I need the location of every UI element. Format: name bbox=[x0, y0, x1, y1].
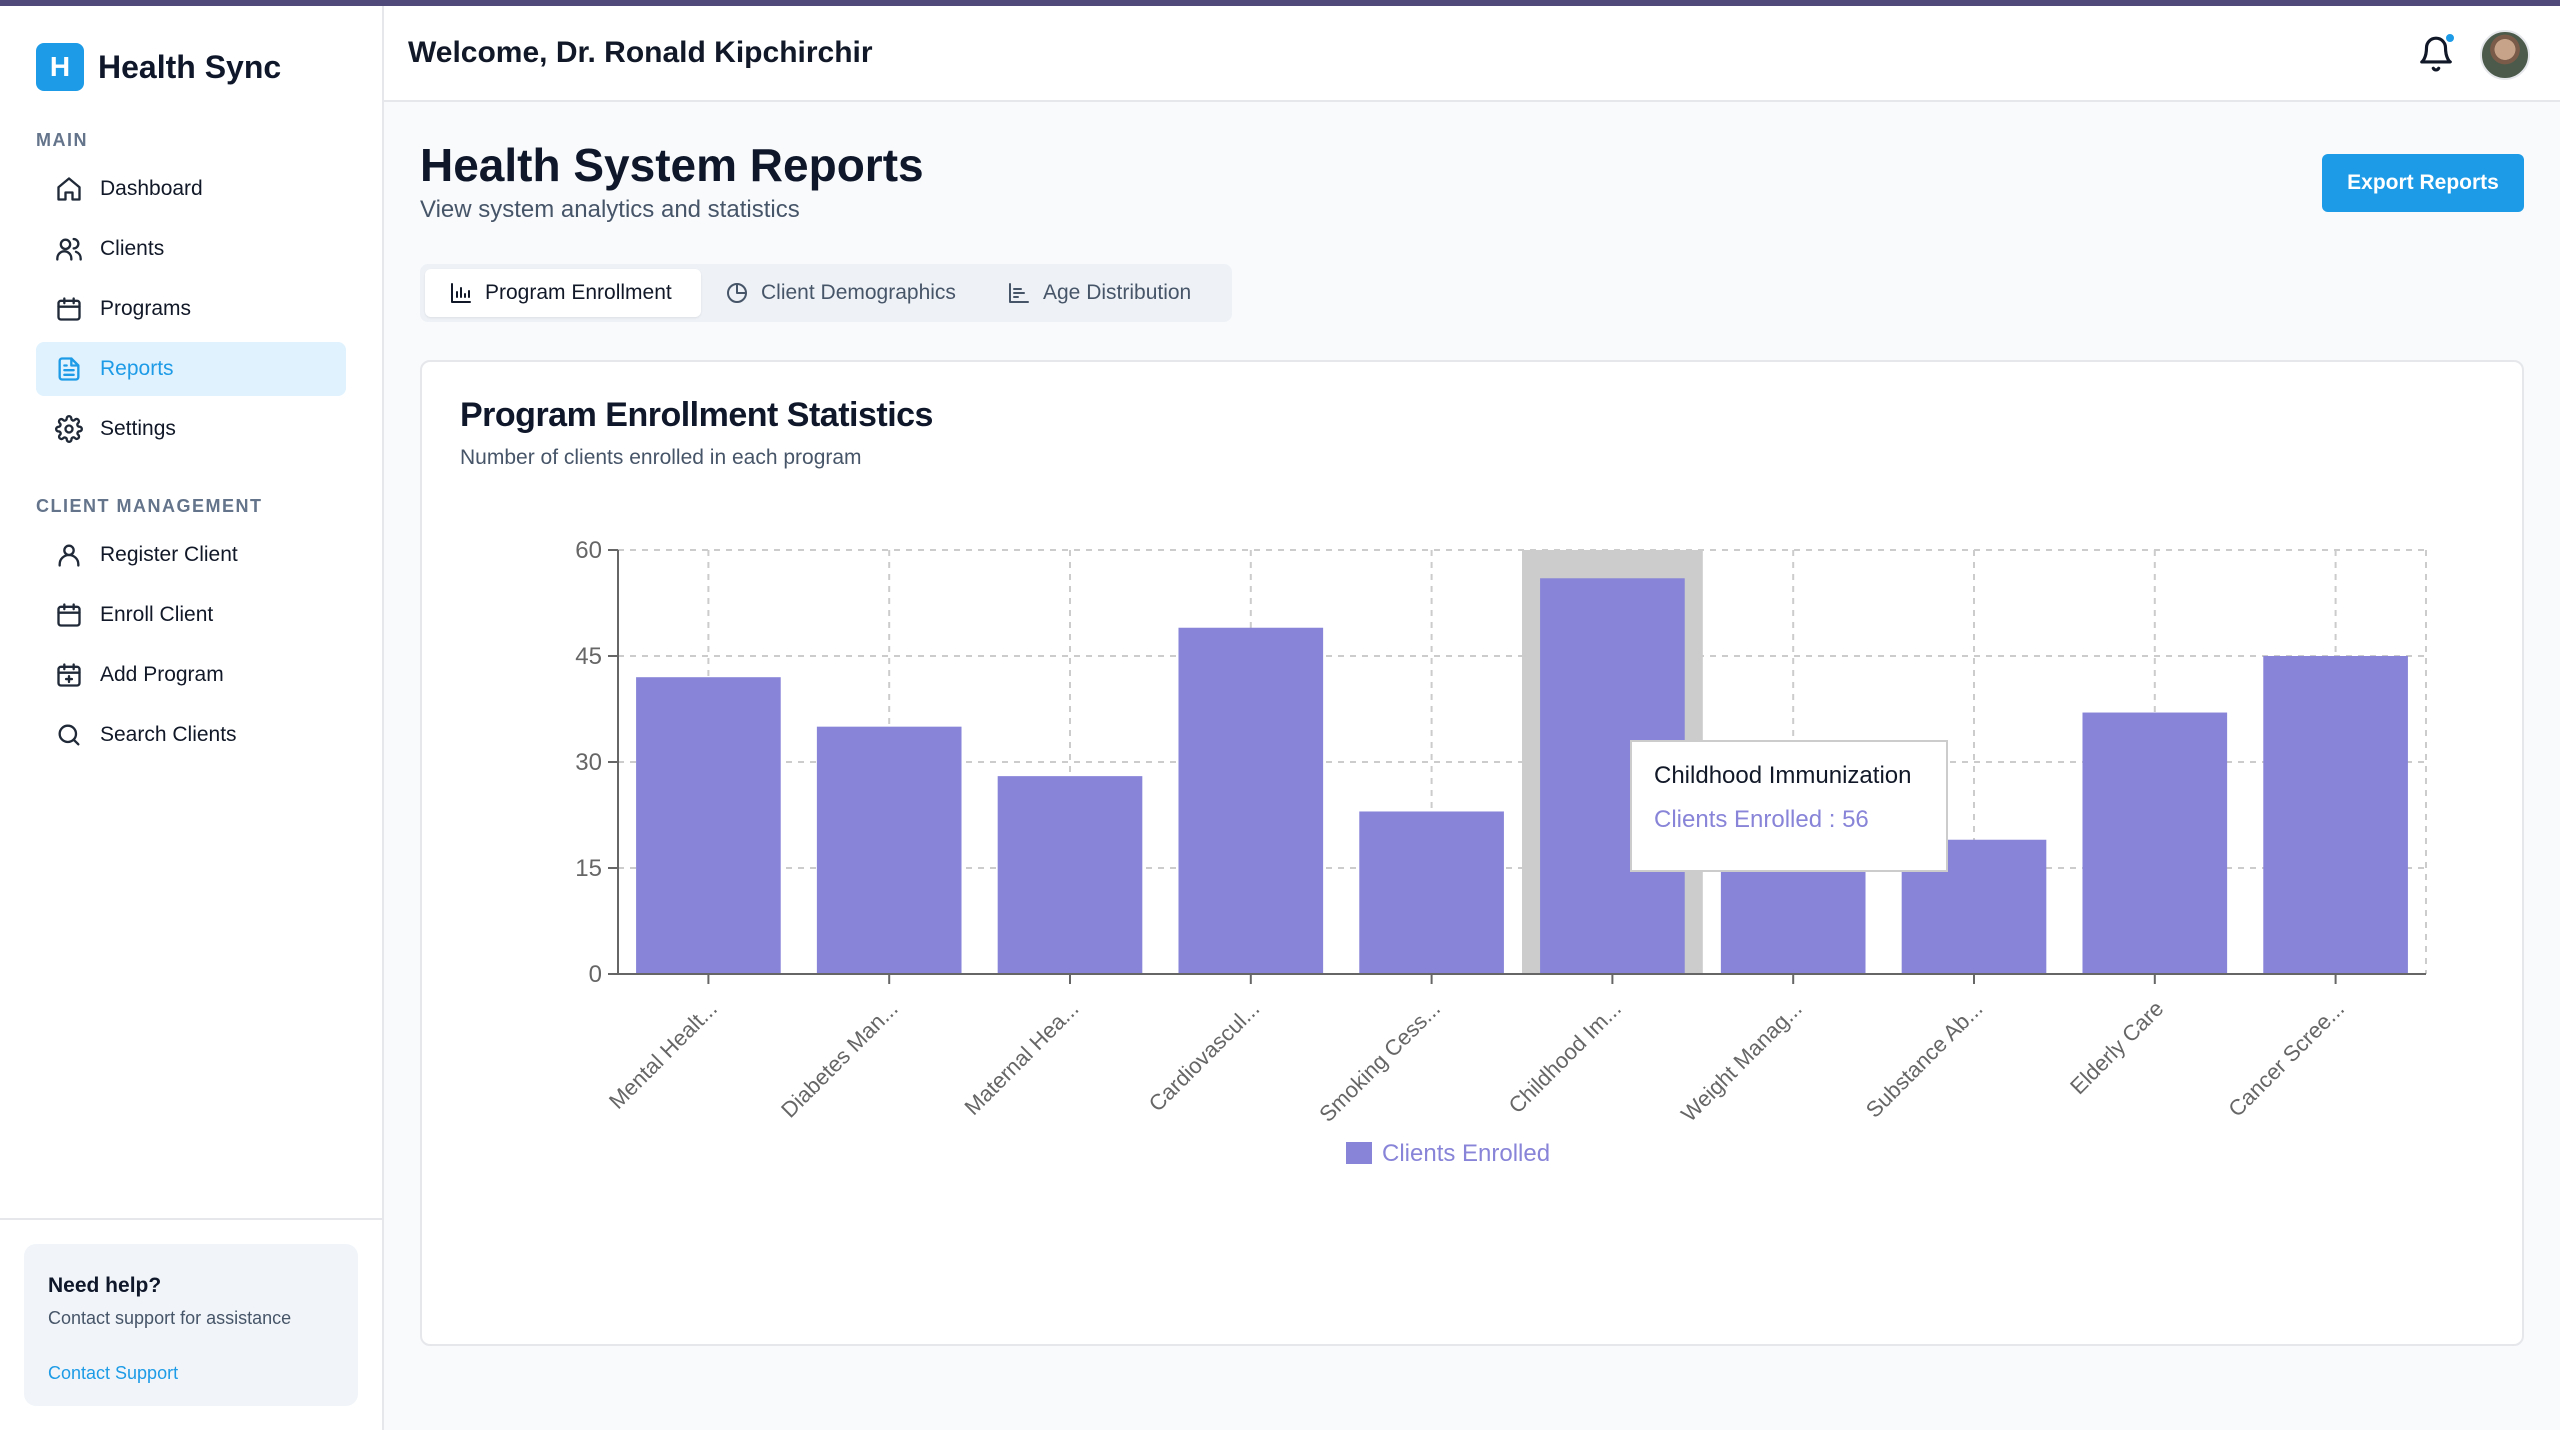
bar bbox=[1359, 811, 1504, 974]
y-tick-label: 0 bbox=[589, 961, 602, 988]
tooltip-value: Clients Enrolled : 56 bbox=[1654, 806, 1869, 833]
x-tick-label: Cardiovascul... bbox=[1144, 996, 1265, 1117]
legend-swatch bbox=[1346, 1142, 1372, 1164]
y-tick-label: 15 bbox=[575, 855, 602, 882]
x-tick-label: Substance Ab... bbox=[1861, 996, 1988, 1123]
enrollment-bar-chart: 0 15 30 45 60 Mental Healt... Diabetes Man... M… bbox=[575, 537, 2427, 1167]
bar bbox=[997, 776, 1143, 974]
x-tick-label: Elderly Care bbox=[2065, 996, 2168, 1099]
x-tick-label: Maternal Hea... bbox=[960, 996, 1084, 1120]
y-tick-label: 60 bbox=[575, 537, 602, 564]
x-tick-label: Smoking Cess... bbox=[1314, 996, 1445, 1127]
x-tick-label: Diabetes Man... bbox=[776, 996, 903, 1123]
x-tick-label: Cancer Scree... bbox=[2223, 996, 2349, 1122]
bar bbox=[816, 726, 962, 974]
y-tick-label: 45 bbox=[575, 643, 602, 670]
bar bbox=[2263, 656, 2408, 974]
x-tick-label: Weight Manag... bbox=[1676, 996, 1807, 1127]
bar bbox=[2082, 712, 2228, 974]
x-tick-label: Childhood Im... bbox=[1504, 996, 1626, 1118]
bar bbox=[1178, 627, 1324, 974]
legend-label: Clients Enrolled bbox=[1382, 1140, 1550, 1167]
bar bbox=[636, 677, 781, 974]
chart-tooltip: Childhood Immunization Clients Enrolled … bbox=[1630, 740, 1948, 872]
tooltip-title: Childhood Immunization bbox=[1654, 762, 1912, 789]
x-tick-label: Mental Healt... bbox=[604, 996, 722, 1114]
y-tick-label: 30 bbox=[575, 749, 602, 776]
